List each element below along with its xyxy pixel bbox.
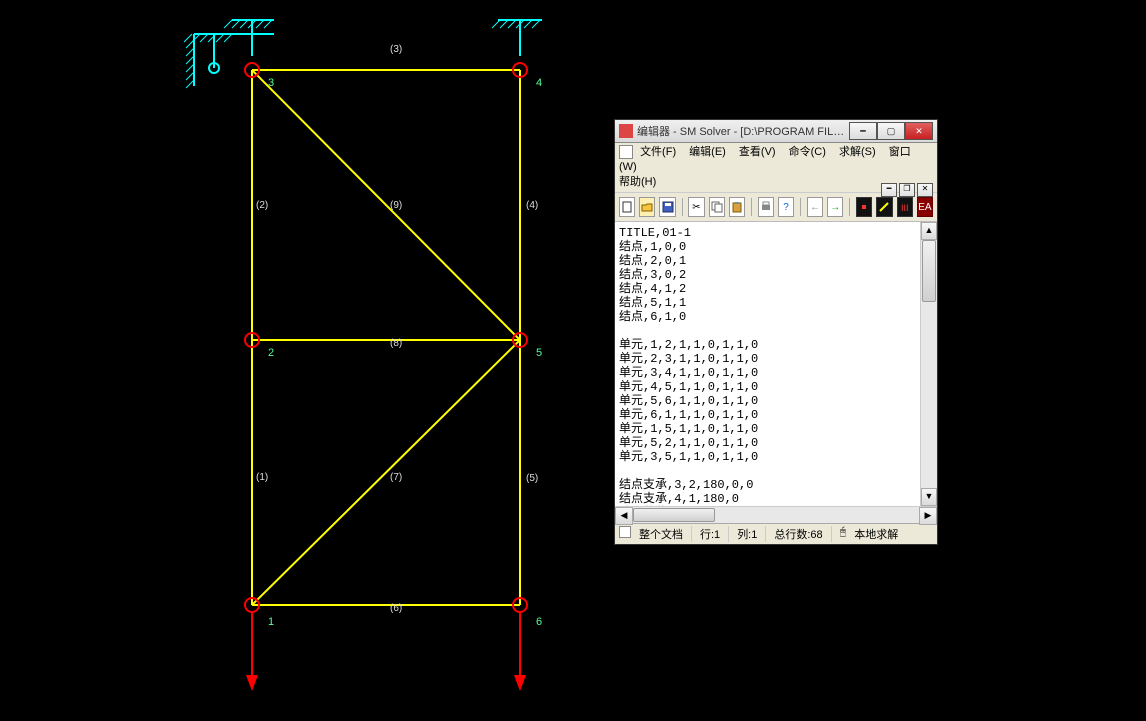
load-arrow-icon xyxy=(514,613,526,691)
mdi-controls: ━ ❐ ✕ xyxy=(881,183,933,197)
member-9 xyxy=(252,70,520,340)
mdi-close[interactable]: ✕ xyxy=(917,183,933,197)
member-label: (7) xyxy=(390,472,402,483)
member-label: (1) xyxy=(256,472,268,483)
paste-icon[interactable] xyxy=(729,197,745,217)
menu-command[interactable]: 命令(C) xyxy=(789,146,826,158)
minimize-button[interactable]: ━ xyxy=(849,122,877,140)
toolbar: ✂ ? ← → III EA xyxy=(615,193,937,222)
structural-diagram: (1) (2) (3) (4) (5) (6) (7) (8) (9) 1 2 3 4 5 6 xyxy=(0,0,600,716)
member-label: (8) xyxy=(390,338,402,349)
back-arrow-icon[interactable]: ← xyxy=(807,197,823,217)
node-label: 4 xyxy=(536,77,542,89)
member-7 xyxy=(252,340,520,605)
forward-arrow-icon[interactable]: → xyxy=(827,197,843,217)
load-arrow-icon xyxy=(246,613,258,691)
mdi-restore[interactable]: ❐ xyxy=(899,183,915,197)
node-label: 3 xyxy=(268,77,274,89)
mode1-icon[interactable] xyxy=(856,197,872,217)
node-label: 1 xyxy=(268,616,274,628)
member-label: (5) xyxy=(526,473,538,484)
menu-edit[interactable]: 编辑(E) xyxy=(689,146,726,158)
v-scroll-thumb[interactable] xyxy=(922,240,936,302)
mdi-minimize[interactable]: ━ xyxy=(881,183,897,197)
maximize-button[interactable]: ▢ xyxy=(877,122,905,140)
node-label: 5 xyxy=(536,347,542,359)
about-icon[interactable]: ? xyxy=(778,197,794,217)
editor-window: 编辑器 - SM Solver - [D:\PROGRAM FILES\结...… xyxy=(614,119,938,545)
copy-icon[interactable] xyxy=(709,197,725,217)
doc-icon xyxy=(619,145,633,159)
app-icon xyxy=(619,124,633,138)
vertical-scrollbar[interactable]: ▲ ▼ xyxy=(920,222,937,506)
menu-file[interactable]: 文件(F) xyxy=(640,146,676,158)
member-label: (4) xyxy=(526,200,538,211)
status-doc: 整个文档 xyxy=(639,526,692,542)
pin-support-icon xyxy=(492,20,542,56)
window-controls: ━ ▢ ✕ xyxy=(849,122,933,140)
scroll-right-button[interactable]: ▶ xyxy=(919,507,937,525)
status-row: 行:1 xyxy=(700,526,729,542)
member-label: (6) xyxy=(390,603,402,614)
svg-text:III: III xyxy=(901,203,909,213)
open-file-icon[interactable] xyxy=(639,197,655,217)
cut-icon[interactable]: ✂ xyxy=(688,197,704,217)
statusbar: 整个文档 行:1 列:1 总行数:68 🖰 本地求解 xyxy=(615,523,937,544)
new-file-icon[interactable] xyxy=(619,197,635,217)
close-button[interactable]: ✕ xyxy=(905,122,933,140)
menu-view[interactable]: 查看(V) xyxy=(739,146,776,158)
status-solve: 本地求解 xyxy=(854,526,906,542)
scroll-up-button[interactable]: ▲ xyxy=(921,222,937,240)
h-scroll-thumb[interactable] xyxy=(633,508,715,522)
ea-icon[interactable]: EA xyxy=(917,197,933,217)
print-icon[interactable] xyxy=(758,197,774,217)
status-solve-icon: 🖰 xyxy=(840,526,847,542)
scroll-down-button[interactable]: ▼ xyxy=(921,488,937,506)
menu-solve[interactable]: 求解(S) xyxy=(839,146,876,158)
node-label: 6 xyxy=(536,616,542,628)
node-label: 2 xyxy=(268,347,274,359)
titlebar[interactable]: 编辑器 - SM Solver - [D:\PROGRAM FILES\结...… xyxy=(615,120,937,143)
horizontal-scrollbar[interactable]: ◀ ▶ xyxy=(615,506,937,523)
mode2-icon[interactable] xyxy=(876,197,892,217)
member-label: (9) xyxy=(390,200,402,211)
mode3-icon[interactable]: III xyxy=(897,197,913,217)
status-checkbox[interactable] xyxy=(619,526,631,538)
save-icon[interactable] xyxy=(659,197,675,217)
window-title: 编辑器 - SM Solver - [D:\PROGRAM FILES\结... xyxy=(637,123,849,139)
status-total: 总行数:68 xyxy=(774,526,831,542)
editor-textarea[interactable]: TITLE,01-1 结点,1,0,0 结点,2,0,1 结点,3,0,2 结点… xyxy=(615,222,920,506)
status-col: 列:1 xyxy=(737,526,766,542)
menu-help[interactable]: 帮助(H) xyxy=(619,176,656,188)
scroll-left-button[interactable]: ◀ xyxy=(615,507,633,525)
member-label: (3) xyxy=(390,44,402,55)
menubar: 文件(F) 编辑(E) 查看(V) 命令(C) 求解(S) 窗口(W) 帮助(H… xyxy=(615,143,937,193)
member-label: (2) xyxy=(256,200,268,211)
